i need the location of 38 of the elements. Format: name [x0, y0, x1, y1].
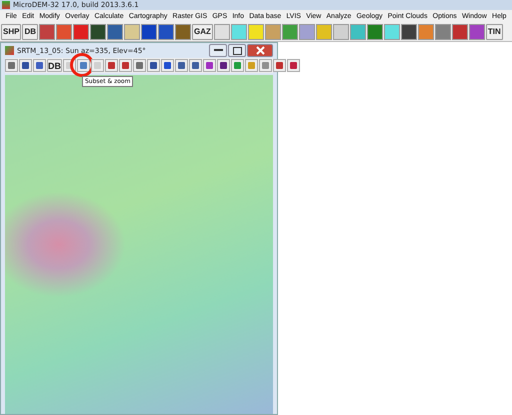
app-icon — [2, 1, 10, 9]
toolbar-icon[interactable] — [147, 59, 160, 72]
toolbar-button[interactable]: GAZ — [192, 24, 213, 40]
toolbar-icon[interactable] — [141, 24, 158, 40]
toolbar-icon[interactable] — [119, 59, 132, 72]
toolbar-icon[interactable] — [33, 59, 46, 72]
minimize-button[interactable] — [209, 44, 227, 57]
toolbar-icon[interactable] — [273, 59, 286, 72]
toolbar-icon[interactable] — [366, 24, 383, 40]
toolbar-icon[interactable] — [5, 59, 18, 72]
toolbar-icon[interactable] — [73, 24, 90, 40]
toolbar-icon[interactable] — [400, 24, 417, 40]
minimize-icon — [214, 49, 222, 52]
toolbar-icon[interactable] — [107, 24, 124, 40]
toolbar-icon[interactable] — [175, 24, 192, 40]
toolbar-button[interactable]: SHP — [1, 24, 22, 40]
toolbar-icon[interactable] — [133, 59, 146, 72]
toolbar-icon[interactable] — [452, 24, 468, 40]
toolbar-icon[interactable] — [287, 59, 300, 72]
map-icon — [5, 46, 14, 55]
close-icon — [256, 46, 264, 55]
toolbar-icon[interactable] — [468, 24, 485, 40]
toolbar-icon[interactable] — [203, 59, 216, 72]
toolbar-icon[interactable] — [158, 24, 174, 40]
toolbar-button[interactable]: DB — [22, 24, 38, 40]
toolbar-icon[interactable] — [19, 59, 32, 72]
toolbar-icon[interactable] — [90, 24, 106, 40]
toolbar-icon[interactable] — [39, 24, 56, 40]
toolbar-button[interactable]: TIN — [486, 24, 503, 40]
close-button[interactable] — [247, 44, 273, 57]
toolbar-icon[interactable] — [189, 59, 202, 72]
toolbar-icon[interactable] — [217, 59, 230, 72]
toolbar-icon[interactable] — [161, 59, 174, 72]
maximize-icon — [232, 46, 242, 54]
toolbar-icon[interactable] — [105, 59, 118, 72]
toolbar-icon[interactable] — [175, 59, 188, 72]
maximize-button[interactable] — [228, 44, 246, 57]
toolbar-button[interactable]: DB — [47, 59, 62, 72]
